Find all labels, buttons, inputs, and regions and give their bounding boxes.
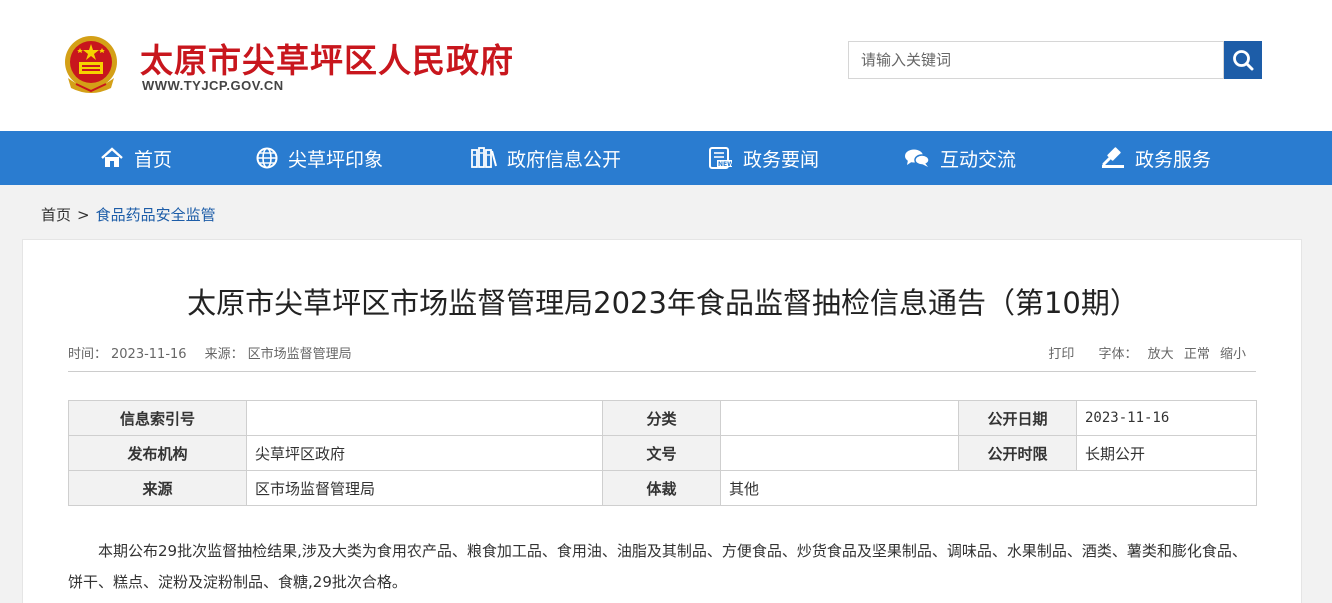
source-label: 来源: [68, 470, 247, 506]
font-size-label: 字体：: [1098, 347, 1138, 362]
chat-icon: [905, 149, 930, 167]
breadcrumb-home-link[interactable]: 首页: [41, 206, 71, 224]
site-header: 太原市尖草坪区人民政府 WWW.TYJCP.GOV.CN: [0, 0, 1332, 131]
category-value: [720, 400, 959, 436]
site-url: WWW.TYJCP.GOV.CN: [142, 78, 284, 93]
nav-item-interaction[interactable]: 互动交流: [904, 131, 1016, 185]
org-value: 尖草坪区政府: [246, 435, 603, 471]
period-value: 长期公开: [1076, 435, 1257, 471]
category-label: 分类: [602, 400, 721, 436]
nav-item-gov-info[interactable]: 政府信息公开: [471, 131, 621, 185]
nav-item-label: 政务要闻: [743, 148, 820, 171]
nav-item-label: 政务服务: [1135, 148, 1212, 171]
meta-divider: [68, 371, 1256, 372]
breadcrumb: 首页 > 食品药品安全监管: [41, 204, 216, 225]
breadcrumb-separator: >: [77, 206, 90, 224]
print-button[interactable]: 打印: [1048, 347, 1074, 362]
main-nav: 首页 尖草坪印象 政府信息公开 NEW 政务要闻 互动交流 政务服务: [0, 131, 1332, 185]
table-row: 发布机构 尖草坪区政府 文号 公开时限 长期公开: [68, 435, 1257, 471]
source-value: 区市场监督管理局: [246, 470, 603, 506]
news-icon: NEW: [709, 147, 733, 169]
nav-item-news[interactable]: NEW 政务要闻: [709, 131, 819, 185]
nav-item-label: 首页: [134, 148, 173, 171]
books-icon: [471, 147, 497, 168]
svg-text:NEW: NEW: [718, 161, 733, 168]
search-icon: [1233, 50, 1254, 71]
font-large-button[interactable]: 放大: [1148, 347, 1174, 362]
doc-no-value: [720, 435, 959, 471]
font-normal-button[interactable]: 正常: [1184, 347, 1210, 362]
national-emblem-icon: [65, 36, 117, 93]
info-table: 信息索引号 分类 公开日期 2023-11-16 发布机构 尖草坪区政府 文号 …: [68, 400, 1257, 506]
genre-value: 其他: [720, 470, 1257, 506]
org-label: 发布机构: [68, 435, 247, 471]
breadcrumb-current-link[interactable]: 食品药品安全监管: [96, 206, 216, 224]
home-icon: [101, 147, 123, 167]
period-label: 公开时限: [958, 435, 1077, 471]
time-label: 时间：: [68, 347, 108, 362]
nav-item-label: 尖草坪印象: [288, 148, 384, 171]
gavel-icon: [1102, 147, 1124, 168]
doc-no-label: 文号: [602, 435, 721, 471]
article-body: 本期公布29批次监督抽检结果,涉及大类为食用农产品、粮食加工品、食用油、油脂及其…: [68, 542, 1247, 591]
nav-item-label: 互动交流: [940, 148, 1017, 171]
source-value: 区市场监督管理局: [247, 347, 352, 362]
article-meta: 时间： 2023-11-16 来源： 区市场监督管理局: [68, 343, 356, 362]
nav-item-services[interactable]: 政务服务: [1101, 131, 1211, 185]
article-tools: 打印 字体： 放大 正常 缩小: [1042, 343, 1246, 362]
article-panel: 太原市尖草坪区市场监督管理局2023年食品监督抽检信息通告（第10期） 时间： 2…: [22, 239, 1302, 603]
publish-date-label: 公开日期: [958, 400, 1077, 436]
font-small-button[interactable]: 缩小: [1220, 347, 1246, 362]
nav-item-home[interactable]: 首页: [100, 131, 172, 185]
nav-item-impression[interactable]: 尖草坪印象: [256, 131, 383, 185]
publish-date-value: 2023-11-16: [1076, 400, 1257, 436]
table-row: 信息索引号 分类 公开日期 2023-11-16: [68, 400, 1257, 436]
site-name: 太原市尖草坪区人民政府: [140, 41, 514, 80]
nav-item-label: 政府信息公开: [507, 148, 622, 171]
source-label: 来源：: [204, 347, 244, 362]
article-title: 太原市尖草坪区市场监督管理局2023年食品监督抽检信息通告（第10期）: [187, 286, 1139, 320]
time-value: 2023-11-16: [111, 347, 187, 362]
search-button[interactable]: [1224, 41, 1262, 79]
index-value: [246, 400, 603, 436]
genre-label: 体裁: [602, 470, 721, 506]
index-label: 信息索引号: [68, 400, 247, 436]
search-input[interactable]: [848, 41, 1224, 79]
globe-icon: [256, 147, 278, 169]
table-row: 来源 区市场监督管理局 体裁 其他: [68, 470, 1257, 506]
